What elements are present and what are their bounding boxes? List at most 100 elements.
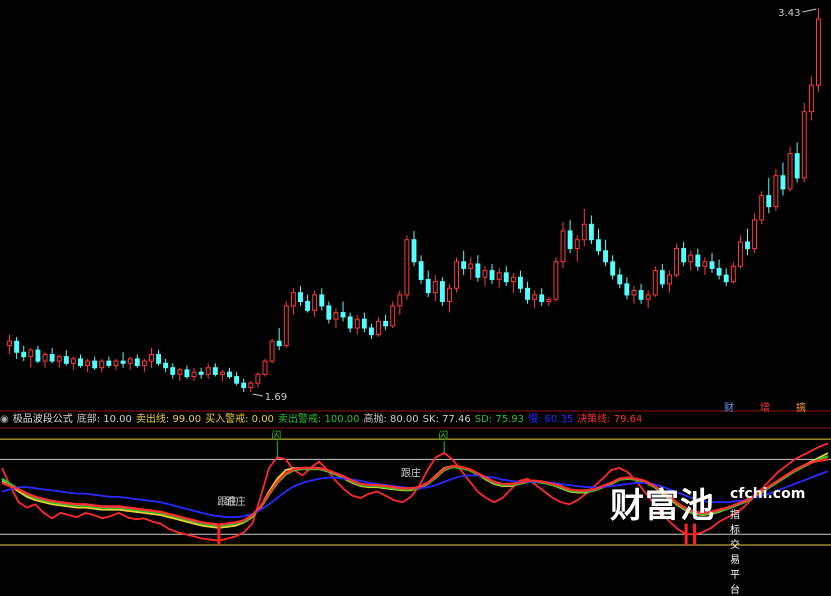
candle-body <box>163 362 169 369</box>
candle-body <box>404 239 410 296</box>
candle-body <box>546 298 552 303</box>
candle-body <box>333 312 339 320</box>
marker-tag[interactable]: 搞 <box>794 399 831 414</box>
candle-body <box>383 320 389 327</box>
candle-body <box>106 360 112 367</box>
indicator-legend: ◉ 极品波段公式 底部: 10.00 卖出线: 99.00 买入警戒: 0.00 卖出警戒… <box>0 413 831 427</box>
candle-body <box>113 360 119 367</box>
sell-mark: 闪 <box>438 429 448 442</box>
candle-body <box>567 230 573 250</box>
candle-body <box>496 272 502 280</box>
sell-mark: 闪 <box>271 429 281 442</box>
candle-body <box>411 239 417 263</box>
candle-body <box>177 369 183 375</box>
candle-body <box>326 305 332 320</box>
candle-body <box>801 111 807 179</box>
candle-body <box>787 153 793 190</box>
price-low-label: 1.69 <box>265 392 287 403</box>
candle-body <box>14 340 20 353</box>
candle-body <box>503 272 509 283</box>
candle-body <box>219 371 225 375</box>
candle-body <box>149 353 154 362</box>
candle-body <box>99 360 105 369</box>
candle-body <box>624 283 630 296</box>
candle-body <box>390 305 396 327</box>
candle-body <box>759 195 765 221</box>
candle-body <box>581 223 587 241</box>
candle-body <box>298 292 303 303</box>
candle-body <box>42 353 48 362</box>
candle-body <box>312 294 318 311</box>
candle-body <box>134 358 140 367</box>
candle-body <box>603 250 609 263</box>
candle-body <box>439 281 445 303</box>
candle-body <box>35 349 41 362</box>
candle-body <box>276 340 282 347</box>
candle-body <box>92 360 98 369</box>
candle-body <box>418 261 424 280</box>
high-pointer <box>802 8 817 13</box>
legend-field: SD: 75.93 <box>474 414 524 425</box>
candle-body <box>666 274 672 285</box>
legend-field: 慢: 60.35 <box>528 414 574 425</box>
candle-body <box>141 360 147 367</box>
indicator-toggle-icon[interactable]: ◉ <box>0 414 9 425</box>
candle-body <box>596 239 601 252</box>
watermark-brand: 财富池 <box>610 486 715 526</box>
candle-body <box>702 261 708 267</box>
candle-body <box>170 367 176 375</box>
candle-body <box>376 320 381 336</box>
candle-body <box>610 261 616 276</box>
candle-body <box>234 376 240 384</box>
candle-body <box>681 248 687 263</box>
candle-body <box>70 358 76 364</box>
candle-body <box>638 289 644 300</box>
candle-body <box>262 360 268 375</box>
candle-body <box>397 294 403 307</box>
candle-body <box>283 305 289 347</box>
candle-body <box>510 276 516 283</box>
candle-body <box>574 239 580 250</box>
indicator-title: 极品波段公式 <box>12 414 73 425</box>
candle-body <box>461 261 467 269</box>
candle-body <box>780 175 786 190</box>
candle-body <box>78 358 83 367</box>
candle-body <box>489 270 495 280</box>
candle-body <box>120 360 126 364</box>
candle-body <box>156 353 162 364</box>
candle-body <box>808 84 814 113</box>
watermark-domain: cfchi.com <box>730 486 806 502</box>
candle-body <box>447 287 452 303</box>
candle-body <box>631 289 637 296</box>
chart-canvas: 3.431.69 闪闪跟庄跟庄跟庄 <box>0 8 831 546</box>
candle-body <box>688 254 694 263</box>
price-pane: 3.43 1.69 <box>7 8 821 403</box>
bottom-signal-bar <box>217 523 221 545</box>
candle-body <box>482 270 488 278</box>
candle-body <box>205 367 211 375</box>
candle-body <box>425 278 431 294</box>
candle-body <box>695 254 701 267</box>
candle-body <box>709 261 715 269</box>
legend-field: 卖出警戒: 100.00 <box>277 414 360 425</box>
legend-field: 决策线: 79.64 <box>577 414 643 425</box>
candle-body <box>532 294 538 300</box>
legend-field: 底部: 10.00 <box>76 414 132 425</box>
candle-body <box>745 241 750 250</box>
candle-body <box>553 261 559 300</box>
candle-body <box>241 382 247 389</box>
candle-body <box>191 371 197 378</box>
candle-body <box>184 369 190 378</box>
candle-body <box>227 371 232 378</box>
candle-body <box>127 358 133 364</box>
candle-body <box>28 349 34 358</box>
candle-body <box>269 340 275 362</box>
candle-body <box>347 316 353 329</box>
candle-body <box>63 356 69 364</box>
candle-body <box>85 360 91 367</box>
legend-field: 买入警戒: 0.00 <box>205 414 274 425</box>
follow-annotation: 跟庄 <box>401 466 421 479</box>
candle-body <box>730 265 736 283</box>
legend-field: SK: 77.46 <box>422 414 471 425</box>
candle-body <box>454 261 460 289</box>
